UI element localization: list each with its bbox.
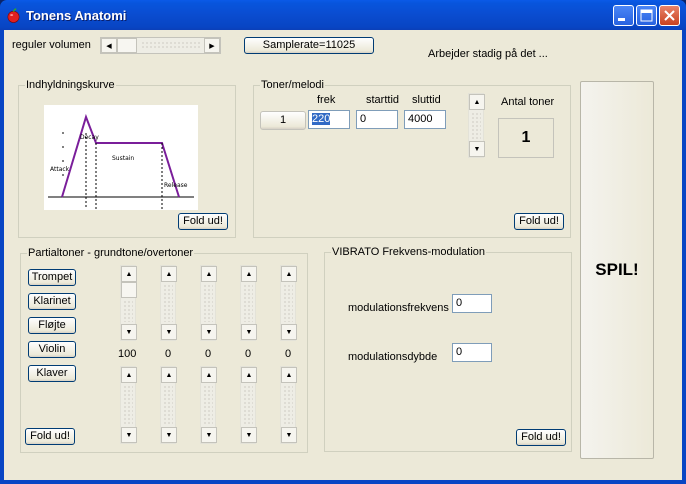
window-border-right: [682, 30, 686, 484]
tone-count-label: Antal toner: [501, 96, 555, 108]
preset-flojte-button[interactable]: Fløjte: [28, 317, 76, 334]
scroll-up-icon[interactable]: ▲: [469, 94, 485, 110]
envelope-fold-button[interactable]: Fold ud!: [178, 213, 228, 230]
minimize-button[interactable]: [613, 5, 634, 26]
envelope-graph: Attack Decay Sustain Release: [44, 105, 198, 210]
window-border-bottom: [0, 480, 686, 484]
status-text: Arbejder stadig på det ...: [428, 48, 548, 60]
preset-klaver-button[interactable]: Klaver: [28, 365, 76, 382]
partials-group-title: Partialtoner - grundtone/overtoner: [27, 247, 195, 259]
preset-violin-button[interactable]: Violin: [28, 341, 76, 358]
attack-label: Attack: [50, 166, 70, 173]
partials-fold-button[interactable]: Fold ud!: [25, 428, 75, 445]
preset-klarinet-button[interactable]: Klarinet: [28, 293, 76, 310]
partial-6-slider[interactable]: ▲ ▼: [120, 366, 137, 444]
envelope-group-title: Indhyldningskurve: [25, 79, 116, 91]
partial-2-value: 0: [165, 348, 172, 360]
vibrato-group-title: VIBRATO Frekvens-modulation: [331, 246, 487, 258]
start-header: starttid: [366, 94, 400, 106]
starttime-input[interactable]: 0: [356, 110, 398, 129]
freq-header: frek: [317, 94, 336, 106]
partial-5-slider[interactable]: ▲ ▼: [280, 265, 297, 341]
samplerate-button[interactable]: Samplerate=11025: [244, 37, 374, 54]
modulation-depth-input[interactable]: 0: [452, 343, 492, 362]
tones-group-title: Toner/melodi: [260, 79, 325, 91]
freq-input[interactable]: 220: [308, 110, 350, 129]
preset-trompet-button[interactable]: Trompet: [28, 269, 76, 286]
close-button[interactable]: [659, 5, 680, 26]
release-label: Release: [164, 182, 188, 189]
partial-4-slider[interactable]: ▲ ▼: [240, 265, 257, 341]
window-title: Tonens Anatomi: [26, 8, 127, 23]
tone-count-value: 1: [498, 118, 554, 158]
modulation-depth-label: modulationsdybde: [348, 351, 438, 363]
play-button[interactable]: SPIL!: [580, 81, 654, 459]
client-area: reguler volumen ◀ ▶ Samplerate=11025 Arb…: [4, 30, 682, 480]
partial-1-value: 100: [118, 348, 137, 360]
decay-label: Decay: [80, 134, 99, 141]
partial-2-slider[interactable]: ▲ ▼: [160, 265, 177, 341]
scroll-left-icon[interactable]: ◀: [101, 38, 117, 53]
modulation-frequency-label: modulationsfrekvens: [348, 302, 449, 314]
volume-scrollbar[interactable]: ◀ ▶: [100, 37, 221, 54]
volume-thumb[interactable]: [117, 38, 137, 53]
partial-3-slider[interactable]: ▲ ▼: [200, 265, 217, 341]
partial-5-value: 0: [285, 348, 292, 360]
sustain-label: Sustain: [112, 155, 134, 162]
maximize-button[interactable]: [636, 5, 657, 26]
tones-scrollbar[interactable]: ▲ ▼: [468, 93, 485, 158]
freq-value: 220: [312, 113, 331, 125]
vibrato-fold-button[interactable]: Fold ud!: [516, 429, 566, 446]
endtime-input[interactable]: 4000: [404, 110, 446, 129]
app-window: Tonens Anatomi reguler volumen ◀ ▶ Sampl…: [0, 0, 686, 484]
partial-3-value: 0: [205, 348, 212, 360]
end-header: sluttid: [412, 94, 441, 106]
partial-1-slider[interactable]: ▲ ▼: [120, 265, 137, 341]
scroll-right-icon[interactable]: ▶: [204, 38, 220, 53]
partial-10-slider[interactable]: ▲ ▼: [280, 366, 297, 444]
partial-4-value: 0: [245, 348, 252, 360]
partial-7-slider[interactable]: ▲ ▼: [160, 366, 177, 444]
scroll-down-icon[interactable]: ▼: [469, 141, 485, 157]
volume-label: reguler volumen: [12, 39, 91, 51]
tone-row-index[interactable]: 1: [260, 111, 306, 130]
minimize-icon: [618, 18, 625, 21]
partial-9-slider[interactable]: ▲ ▼: [240, 366, 257, 444]
modulation-frequency-input[interactable]: 0: [452, 294, 492, 313]
apple-icon: [7, 8, 20, 23]
close-icon: [664, 10, 675, 21]
maximize-icon: [640, 9, 653, 22]
title-bar[interactable]: Tonens Anatomi: [0, 0, 686, 30]
tones-fold-button[interactable]: Fold ud!: [514, 213, 564, 230]
partial-8-slider[interactable]: ▲ ▼: [200, 366, 217, 444]
